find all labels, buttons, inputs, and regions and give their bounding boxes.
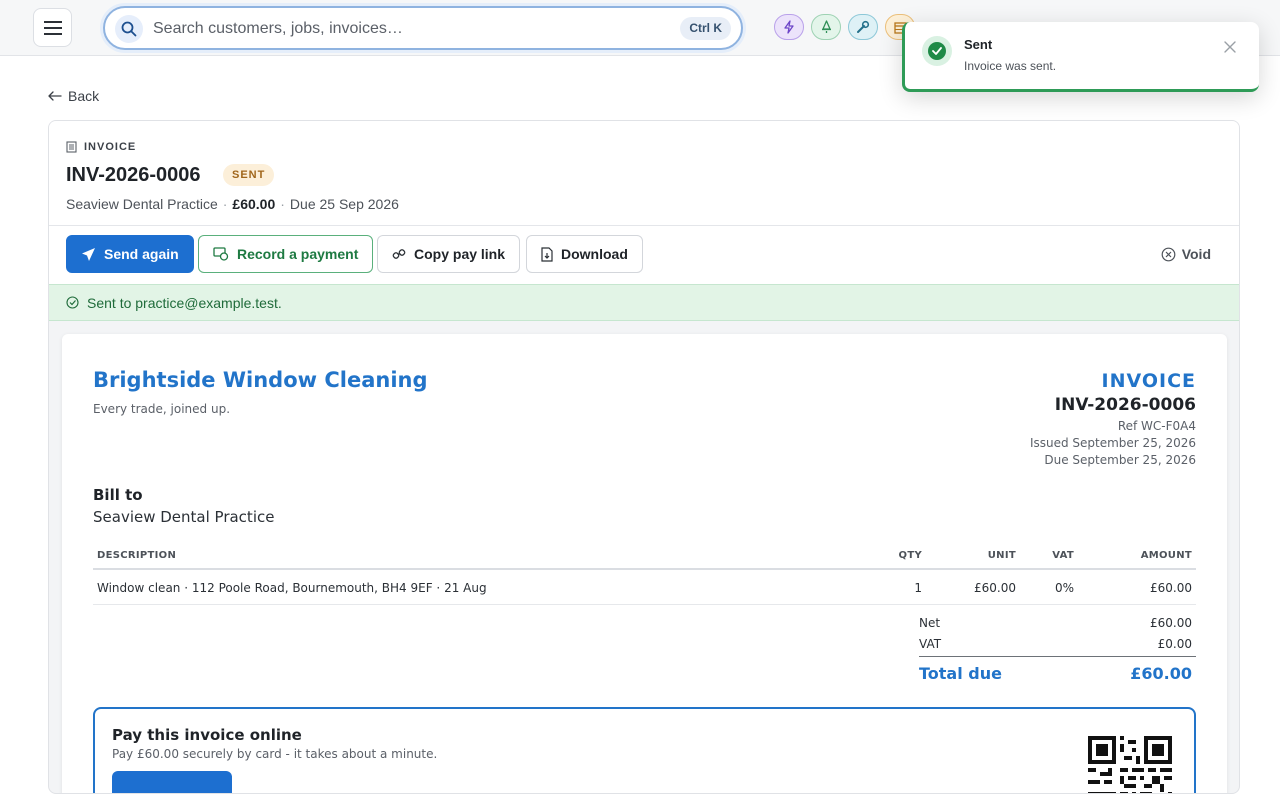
customer-name: Seaview Dental Practice <box>66 196 218 212</box>
total-due-value: £60.00 <box>1130 664 1192 683</box>
sent-notice: Sent to practice@example.test. <box>49 284 1239 321</box>
document-icon <box>66 141 77 153</box>
quick-action-lightning[interactable] <box>774 14 804 40</box>
bill-to-name: Seaview Dental Practice <box>93 508 275 526</box>
line-qty: 1 <box>914 581 922 595</box>
line-items-header: DESCRIPTION QTY UNIT VAT AMOUNT <box>93 540 1196 570</box>
download-button[interactable]: Download <box>526 235 643 273</box>
status-badge: SENT <box>223 164 275 186</box>
check-circle-icon <box>66 296 79 309</box>
business-name: Brightside Window Cleaning <box>93 368 428 392</box>
vat-label: VAT <box>919 637 942 651</box>
record-payment-button[interactable]: Record a payment <box>198 235 374 273</box>
pay-now-button[interactable] <box>112 771 232 793</box>
download-file-icon <box>541 246 553 262</box>
close-icon[interactable] <box>1223 40 1237 54</box>
send-again-button[interactable]: Send again <box>66 235 194 273</box>
copy-pay-link-label: Copy pay link <box>414 246 506 262</box>
cash-icon <box>213 247 229 261</box>
bill-to-heading: Bill to <box>93 486 143 504</box>
back-link[interactable]: Back <box>48 88 99 104</box>
column-header: AMOUNT <box>1140 550 1192 561</box>
success-icon <box>922 36 952 66</box>
arrow-left-icon <box>48 91 62 101</box>
document-ref: Ref WC-F0A4 <box>1117 419 1196 433</box>
search-icon <box>115 15 143 43</box>
download-label: Download <box>561 246 628 262</box>
wrench-icon <box>857 20 870 33</box>
column-header: UNIT <box>987 550 1016 561</box>
search-shortcut-badge: Ctrl K <box>680 17 731 40</box>
lightning-icon <box>784 20 794 34</box>
link-icon <box>392 249 406 259</box>
invoice-eyebrow: INVOICE <box>66 141 136 153</box>
invoice-amount: £60.00 <box>232 196 276 212</box>
document-number: INV-2026-0006 <box>1054 395 1196 415</box>
copy-pay-link-button[interactable]: Copy pay link <box>377 235 521 273</box>
net-total-row: Net £60.00 <box>919 616 1196 636</box>
quick-action-wrench[interactable] <box>848 14 878 40</box>
circle-x-icon <box>1161 247 1176 261</box>
bell-icon <box>821 20 831 33</box>
due-date: Due 25 Sep 2026 <box>289 196 399 212</box>
toast-title: Sent <box>964 37 993 52</box>
line-description: Window clean · 112 Poole Road, Bournemou… <box>97 581 487 595</box>
vat-total-row: VAT £0.00 <box>919 637 1196 657</box>
pay-online-title: Pay this invoice online <box>112 726 302 744</box>
send-icon <box>82 247 95 261</box>
pay-online-subtitle: Pay £60.00 securely by card - it takes a… <box>112 747 438 761</box>
document-label: INVOICE <box>1101 370 1196 392</box>
total-due-label: Total due <box>919 664 1002 683</box>
global-search[interactable]: Ctrl K <box>103 6 743 50</box>
invoice-meta: Seaview Dental Practice · £60.00 · Due 25 Se… <box>66 196 399 212</box>
action-bar: Send again Record a payment Copy pay lin… <box>49 226 1239 284</box>
total-due-row: Total due £60.00 <box>919 664 1196 688</box>
column-header: VAT <box>1052 550 1074 561</box>
send-again-label: Send again <box>104 246 179 262</box>
invoice-card: INVOICE INV-2026-0006 SENT Seaview Denta… <box>48 120 1240 794</box>
table-row: Window clean · 112 Poole Road, Bournemou… <box>93 571 1196 605</box>
line-amount: £60.00 <box>1150 581 1192 595</box>
toast-notification: Sent Invoice was sent. <box>902 22 1259 92</box>
line-vat: 0% <box>1054 581 1074 595</box>
document-issued: Issued September 25, 2026 <box>1029 436 1196 450</box>
net-label: Net <box>919 616 941 630</box>
document-due: Due September 25, 2026 <box>1044 453 1196 467</box>
hamburger-icon <box>43 20 62 35</box>
void-button[interactable]: Void <box>1161 246 1211 262</box>
business-tagline: Every trade, joined up. <box>93 402 231 416</box>
sent-notice-text: Sent to practice@example.test. <box>87 294 282 311</box>
qr-code <box>1088 736 1172 793</box>
menu-button[interactable] <box>33 8 72 47</box>
line-unit: £60.00 <box>974 581 1016 595</box>
column-header: QTY <box>898 550 922 561</box>
net-value: £60.00 <box>1150 616 1192 630</box>
back-label: Back <box>68 88 100 104</box>
invoice-header: INVOICE INV-2026-0006 SENT Seaview Denta… <box>49 121 1239 226</box>
toast-message: Invoice was sent. <box>964 59 1057 73</box>
eyebrow-label: INVOICE <box>84 141 137 153</box>
invoice-number: INV-2026-0006 <box>66 164 201 186</box>
pay-online-box: Pay this invoice online Pay £60.00 secur… <box>93 707 1196 793</box>
invoice-document: Brightside Window Cleaning Every trade, … <box>62 334 1227 793</box>
record-payment-label: Record a payment <box>237 246 359 262</box>
column-header: DESCRIPTION <box>97 550 177 561</box>
quick-action-bell[interactable] <box>811 14 841 40</box>
void-label: Void <box>1181 246 1211 262</box>
vat-value: £0.00 <box>1157 637 1192 651</box>
search-input[interactable] <box>153 17 673 41</box>
